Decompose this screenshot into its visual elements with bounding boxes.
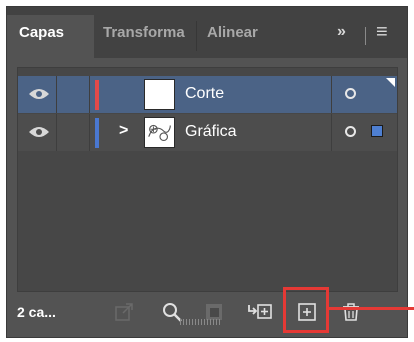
cell-divider [89, 76, 90, 113]
visibility-eye-icon[interactable] [28, 87, 50, 101]
create-sublayer-icon[interactable] [247, 301, 273, 323]
cell-divider [56, 114, 57, 151]
layer-thumbnail [144, 117, 175, 148]
tab-alinear[interactable]: Alinear [207, 15, 277, 58]
selection-indicator-icon[interactable] [371, 125, 383, 137]
visibility-eye-icon[interactable] [28, 125, 50, 139]
layer-color-bar [95, 80, 99, 110]
layer-row-grafica[interactable]: > Gráfica [18, 114, 397, 151]
cell-divider [89, 114, 90, 151]
annotation-arrow [329, 307, 414, 310]
panel-menu-icon[interactable]: ≡ [376, 21, 388, 44]
target-circle-icon[interactable] [345, 88, 356, 99]
panel-tab-bar: Capas Transforma Alinear » ≡ [7, 7, 407, 58]
layer-thumbnail [144, 79, 175, 110]
target-circle-icon[interactable] [345, 126, 356, 137]
expand-chevron-icon[interactable]: > [119, 122, 128, 140]
layer-name[interactable]: Gráfica [185, 123, 237, 141]
layer-color-bar [95, 118, 99, 148]
layers-list: Corte > Gráfica [17, 67, 398, 292]
cell-divider [56, 76, 57, 113]
tab-transforma[interactable]: Transforma [103, 15, 195, 58]
cell-divider [331, 76, 332, 113]
layers-panel: Capas Transforma Alinear » ≡ Corte > Grá… [6, 6, 408, 338]
cell-divider [331, 114, 332, 151]
delete-layer-icon[interactable] [340, 301, 362, 323]
tab-divider [196, 21, 197, 51]
panel-resize-grip[interactable] [180, 319, 220, 325]
tab-control-divider [365, 27, 366, 45]
layer-count: 2 ca... [17, 304, 56, 320]
annotation-highlight-box [283, 287, 329, 333]
layer-name[interactable]: Corte [185, 85, 224, 103]
current-layer-indicator-icon [386, 78, 395, 87]
layer-row-corte[interactable]: Corte [18, 76, 397, 113]
collect-for-export-icon[interactable] [113, 301, 135, 323]
expand-panels-icon[interactable]: » [337, 23, 346, 41]
tab-capas[interactable]: Capas [7, 15, 94, 58]
